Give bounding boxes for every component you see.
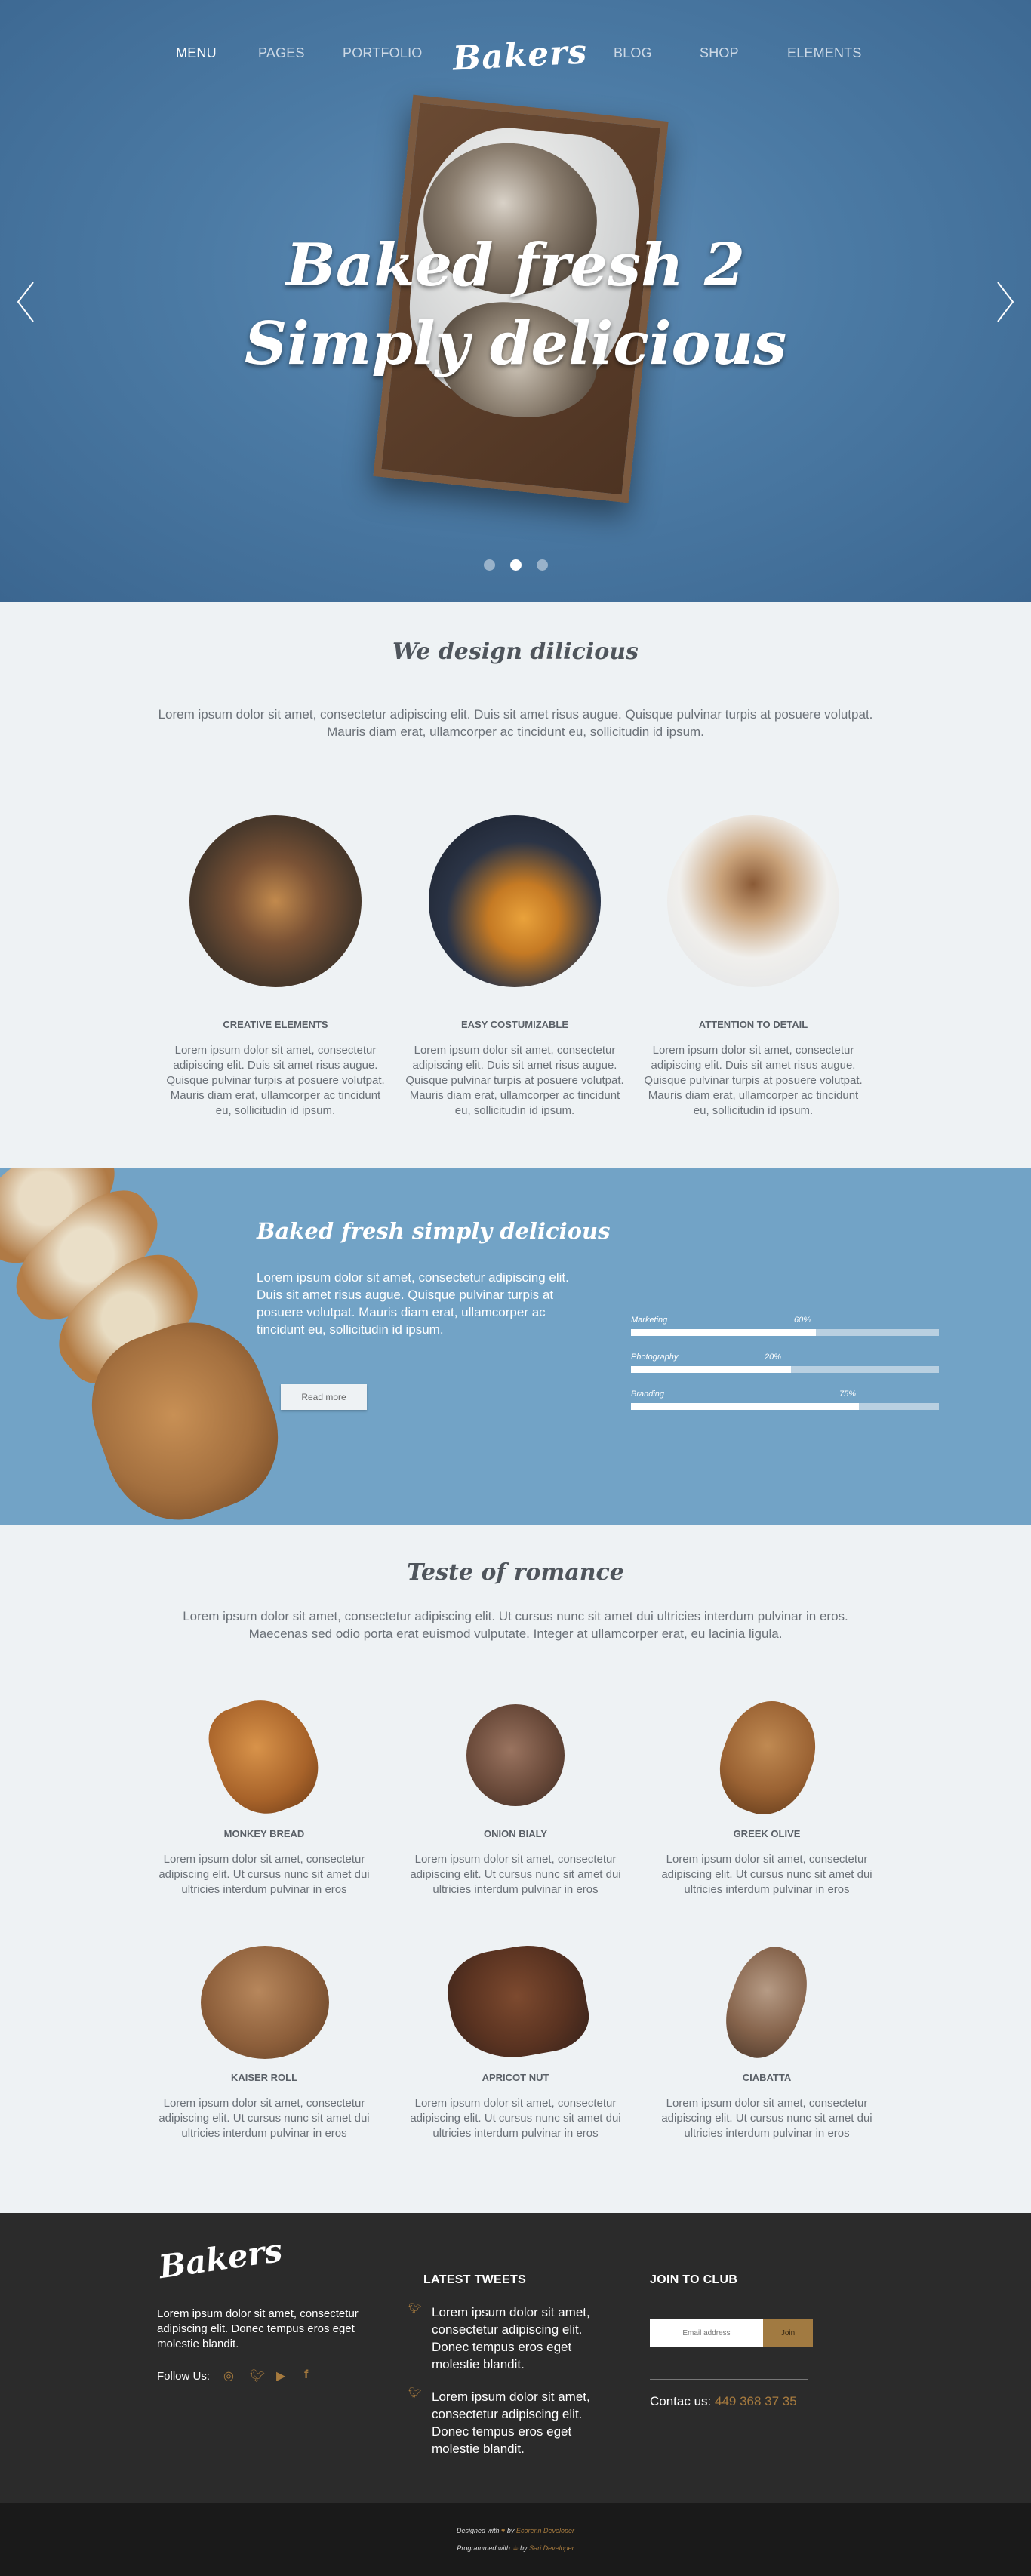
feature-image-customizable [429,815,601,987]
product-text: Lorem ipsum dolor sit amet, consectetur … [158,2097,370,2140]
feature-image-detail [667,815,839,987]
skill-bar [631,1329,939,1336]
tweet-text: Lorem ipsum dolor sit amet, consectetur … [432,2305,590,2371]
chevron-right-icon[interactable] [996,281,1014,323]
hero-slider: MENU PAGES PORTFOLIO BLOG SHOP ELEMENTS … [0,0,1031,602]
monkey-bread-image [199,1686,331,1827]
nav-pages[interactable]: PAGES [258,45,305,69]
nav-shop[interactable]: SHOP [700,45,739,69]
nav-menu[interactable]: MENU [176,45,217,69]
skill-label: Photography [631,1353,679,1362]
site-logo[interactable]: Bakers [452,32,589,78]
skill-bar [631,1366,939,1373]
nav-elements[interactable]: ELEMENTS [787,45,862,69]
feature-text: Lorem ipsum dolor sit amet, consectetur … [644,1044,863,1117]
product-text: Lorem ipsum dolor sit amet, consectetur … [158,1853,370,1896]
heart-icon: ♥ [501,2527,506,2534]
footer-about-text: Lorem ipsum dolor sit amet, consectetur … [157,2307,359,2350]
club-heading: JOIN TO CLUB [650,2273,738,2286]
skill-label: Marketing [631,1316,668,1325]
product-name: ONION BIALY [483,1828,548,1839]
contact-label: Contac us: [650,2394,712,2408]
apricot-nut-image [441,1936,595,2068]
chevron-left-icon[interactable] [17,281,35,323]
credits-bar: Designed with ♥ by Ecorenn Developer Pro… [0,2503,1031,2576]
feature-title: CREATIVE ELEMENTS [223,1019,328,1030]
twitter-icon[interactable]: 🐦︎ [250,2368,265,2384]
coffee-icon: ☕︎ [512,2544,519,2552]
product-name: APRICOT NUT [482,2072,549,2083]
facebook-icon[interactable]: f [304,2368,308,2382]
follow-label: Follow Us: [157,2370,211,2383]
products-text: Lorem ipsum dolor sit amet, consectetur … [183,1609,848,1641]
tweets-heading: LATEST TWEETS [423,2273,527,2286]
skill-bar-fill [631,1329,816,1336]
feature-title: EASY COSTUMIZABLE [460,1019,569,1030]
skill-percent: 20% [765,1353,782,1362]
read-more-button[interactable]: Read more [281,1384,367,1410]
designed-label: Designed with [457,2527,500,2534]
ciabatta-image [713,1937,820,2068]
onion-bialy-image [466,1704,565,1806]
product-name: MONKEY BREAD [223,1828,305,1839]
feature-text: Lorem ipsum dolor sit amet, consectetur … [166,1044,385,1117]
programmed-label: Programmed with [457,2544,510,2552]
programmed-credit: Programmed with ☕︎ by Sari Developer [0,2544,1031,2553]
skill-percent: 60% [794,1316,811,1325]
designed-credit: Designed with ♥ by Ecorenn Developer [0,2527,1031,2534]
footer-divider [650,2379,808,2380]
skill-bar-fill [631,1366,792,1373]
youtube-icon[interactable]: ▶ [276,2368,285,2384]
intro-text: Lorem ipsum dolor sit amet, consectetur … [158,707,873,739]
tweet-text: Lorem ipsum dolor sit amet, consectetur … [432,2390,590,2456]
greek-olive-image [706,1689,829,1827]
instagram-icon[interactable]: ◎ [223,2368,234,2384]
promo-band: Baked fresh simply delicious Lorem ipsum… [0,1168,1031,1525]
nav-portfolio[interactable]: PORTFOLIO [343,45,423,69]
intro-title: We design dilicious [392,639,639,665]
band-text: Lorem ipsum dolor sit amet, consectetur … [257,1270,569,1337]
contact-line: Contac us: 449 368 37 35 [650,2394,797,2409]
feature-title: ATTENTION TO DETAIL [698,1019,808,1030]
hero-headline: Baked fresh 2 Simply delicious [0,226,1031,383]
slider-dot-1[interactable] [484,559,495,571]
by-label: by [520,2544,528,2552]
hero-line-2: Simply delicious [244,309,787,378]
skill-bar [631,1403,939,1410]
product-text: Lorem ipsum dolor sit amet, consectetur … [661,1853,873,1896]
by-label: by [506,2527,515,2534]
skill-percent: 75% [839,1390,857,1399]
product-name: KAISER ROLL [230,2072,298,2083]
product-text: Lorem ipsum dolor sit amet, consectetur … [410,1853,621,1896]
feature-text: Lorem ipsum dolor sit amet, consectetur … [405,1044,624,1117]
slider-dot-3[interactable] [537,559,548,571]
email-field[interactable] [650,2319,763,2347]
footer-logo[interactable]: Bakers [156,2232,285,2285]
twitter-icon: 🐦︎ [408,2387,422,2399]
band-title: Baked fresh simply delicious [257,1218,611,1244]
phone-link[interactable]: 449 368 37 35 [715,2394,797,2408]
product-text: Lorem ipsum dolor sit amet, consectetur … [661,2097,873,2140]
feature-image-creative [189,815,362,987]
hero-line-1: Baked fresh 2 [285,231,746,300]
product-text: Lorem ipsum dolor sit amet, consectetur … [410,2097,621,2140]
slider-dot-2[interactable] [510,559,522,571]
product-name: GREEK OLIVE [733,1828,801,1839]
twitter-icon: 🐦︎ [408,2302,422,2314]
products-title: Teste of romance [407,1559,624,1586]
designer-link[interactable]: Ecorenn Developer [516,2527,574,2534]
product-name: CIABATTA [742,2072,792,2083]
join-button[interactable]: Join [763,2319,813,2347]
nav-blog[interactable]: BLOG [614,45,652,69]
skill-bar-fill [631,1403,859,1410]
kaiser-roll-image [201,1946,329,2059]
site-footer: Bakers Lorem ipsum dolor sit amet, conse… [0,2213,1031,2503]
programmer-link[interactable]: Sari Developer [529,2544,574,2552]
skill-label: Branding [631,1390,665,1399]
